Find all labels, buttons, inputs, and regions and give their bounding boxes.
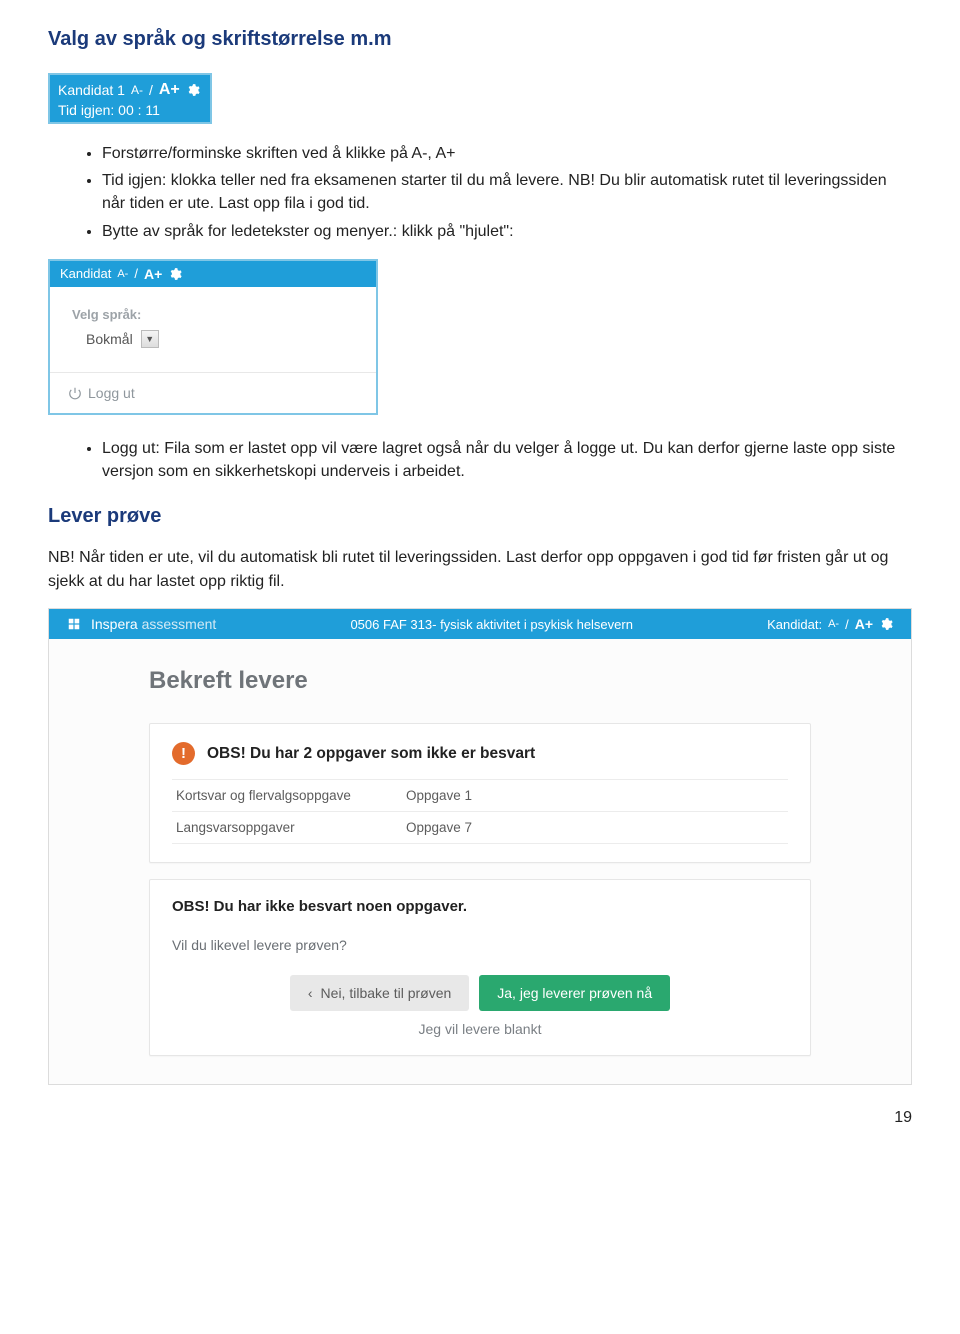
font-slash: / [149,82,153,98]
back-to-exam-button[interactable]: ‹ Nei, tilbake til prøven [290,975,469,1011]
page-title: Bekreft levere [149,667,811,695]
gear-icon[interactable] [186,83,200,97]
power-icon [68,386,82,400]
gear-icon[interactable] [168,267,182,281]
kandidat-widget: Kandidat 1 A- / A+ Tid igjen: 00 : 11 [48,73,212,124]
font-slash: / [845,617,849,632]
warning-no-answers: OBS! Du har ikke besvart noen oppgaver. [172,898,788,915]
list-item: Bytte av språk for ledetekster og menyer… [102,220,912,243]
submit-blank-link[interactable]: Jeg vil levere blankt [172,1021,788,1037]
list-item: Logg ut: Fila som er lastet opp vil være… [102,437,912,483]
language-panel: Kandidat A- / A+ Velg språk: Bokmål ▼ Lo… [48,259,378,415]
font-decrease-button[interactable]: A- [131,83,143,97]
inspera-confirm-screenshot: Inspera assessment 0506 FAF 313- fysisk … [48,608,912,1085]
logout-link[interactable]: Logg ut [50,372,376,413]
language-select-label: Velg språk: [50,287,376,330]
heading-valg: Valg av språk og skriftstørrelse m.m [48,28,912,51]
kandidat-label-small: Kandidat [60,266,111,281]
heading-lever: Lever prøve [48,505,912,528]
task-number: Oppgave 1 [406,788,472,803]
page-number: 19 [48,1109,912,1127]
alert-text: OBS! Du har 2 oppgaver som ikke er besva… [207,745,535,763]
list-item: Forstørre/forminske skriften ved å klikk… [102,142,912,165]
task-category: Langsvarsoppgaver [176,820,406,835]
language-select-dropdown[interactable]: ▼ [141,330,159,348]
gear-icon[interactable] [879,617,893,631]
font-decrease-button[interactable]: A- [828,618,839,630]
chevron-left-icon: ‹ [308,985,313,1001]
task-category: Kortsvar og flervalgsoppgave [176,788,406,803]
list-item: Tid igjen: klokka teller ned fra eksamen… [102,169,912,215]
font-decrease-button[interactable]: A- [117,268,128,280]
alert-icon: ! [172,742,195,765]
time-remaining: Tid igjen: 00 : 11 [58,102,200,118]
kandidat-label: Kandidat 1 [58,82,125,98]
table-row: Kortsvar og flervalgsoppgave Oppgave 1 [172,780,788,812]
exam-title: 0506 FAF 313- fysisk aktivitet i psykisk… [216,617,767,632]
font-increase-button[interactable]: A+ [144,266,162,282]
bullets-top: Forstørre/forminske skriften ved å klikk… [48,142,912,243]
inspera-logo-icon [67,617,81,631]
task-number: Oppgave 7 [406,820,472,835]
font-increase-button[interactable]: A+ [855,616,873,632]
brand-name: Inspera assessment [91,616,216,632]
kandidat-right-label: Kandidat: [767,617,822,632]
confirm-question: Vil du likevel levere prøven? [172,937,788,953]
submit-exam-button[interactable]: Ja, jeg leverer prøven nå [479,975,670,1011]
language-selected-value: Bokmål [86,331,133,347]
table-row: Langsvarsoppgaver Oppgave 7 [172,812,788,844]
font-slash: / [134,266,138,281]
warning-paragraph: NB! Når tiden er ute, vil du automatisk … [48,546,912,594]
back-button-label: Nei, tilbake til prøven [321,985,452,1001]
font-increase-button[interactable]: A+ [159,81,180,99]
bullets-bottom: Logg ut: Fila som er lastet opp vil være… [48,437,912,483]
logout-label: Logg ut [88,385,135,401]
